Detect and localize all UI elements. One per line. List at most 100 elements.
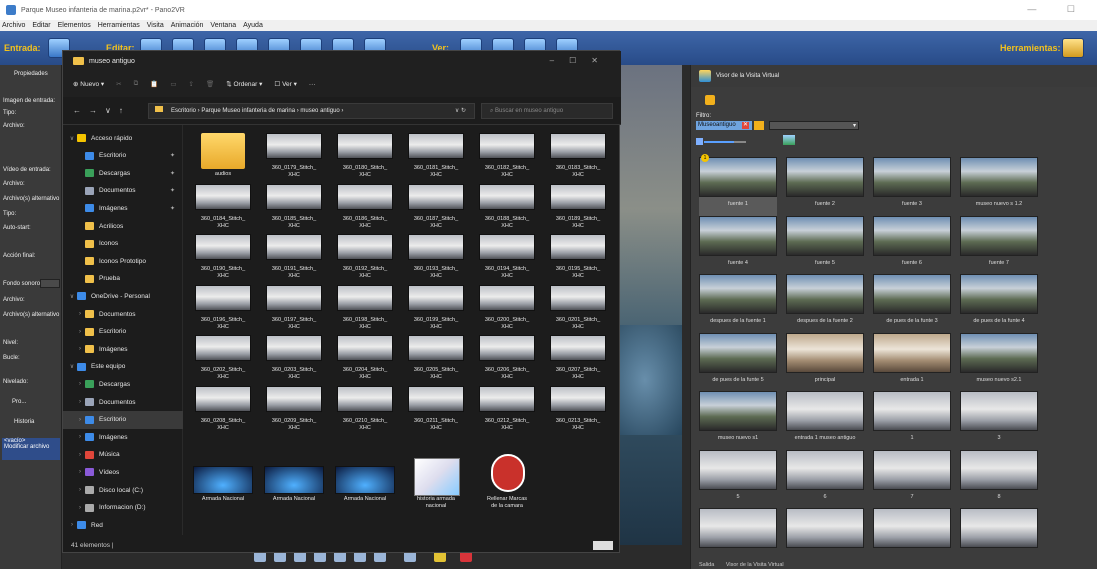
nav-item[interactable]: Imágenes ✦ — [63, 199, 183, 217]
tour-node[interactable]: entrada 1 — [873, 332, 951, 395]
tour-node[interactable]: 6 — [786, 449, 864, 512]
pin-icon[interactable]: ✦ — [170, 187, 175, 194]
nav-item[interactable]: › Imágenes — [63, 428, 183, 446]
file-item[interactable]: Armada Nacional — [260, 450, 328, 522]
tour-node[interactable]: 3 — [960, 391, 1038, 453]
tour-node[interactable]: despues de la fuente 2 — [786, 274, 864, 336]
menu-visita[interactable]: Visita — [147, 22, 164, 29]
chevron-icon[interactable]: ∨ — [67, 363, 77, 370]
tour-node[interactable] — [699, 508, 777, 569]
navigation-buttons[interactable]: ←→∨↑ — [73, 106, 131, 115]
address-bar[interactable]: Escritorio › Parque Museo infanteria de … — [148, 103, 475, 119]
nav-item[interactable]: Descargas ✦ — [63, 164, 183, 182]
background-sound-field[interactable] — [40, 279, 60, 288]
view-button[interactable]: ☐ Ver ▾ — [274, 80, 296, 88]
file-item[interactable]: 360_0210_Stitch_ XHC — [331, 372, 399, 444]
tour-node[interactable]: fuente 3 — [873, 157, 951, 219]
file-item[interactable]: 360_0213_Stitch_ XHC — [544, 372, 612, 444]
search-input[interactable]: ⌕ Buscar en museo antiguo — [481, 103, 613, 119]
nav-item[interactable]: Acrilicos — [63, 217, 183, 235]
tour-node[interactable]: de pues de la funte 4 — [960, 274, 1038, 336]
history-item[interactable]: Modificar archivo — [2, 444, 60, 450]
chevron-icon[interactable]: › — [75, 381, 85, 387]
tour-node[interactable]: fuente 1 1 — [699, 154, 777, 219]
tour-node[interactable]: fuente 4 — [699, 215, 777, 278]
nav-item[interactable]: Documentos ✦ — [63, 182, 183, 200]
thumbnail-size-slider[interactable] — [696, 138, 748, 146]
explorer-window-controls[interactable]: –☐✕ — [550, 56, 613, 65]
tour-node[interactable]: entrada 1 museo antiguo — [786, 391, 864, 453]
menu-animacion[interactable]: Animación — [171, 22, 204, 29]
menu-herramientas[interactable]: Herramientas — [98, 22, 140, 29]
view-toggle-icon[interactable] — [593, 541, 613, 550]
nav-item[interactable]: › Documentos — [63, 393, 183, 411]
menu-ventana[interactable]: Ventana — [210, 22, 236, 29]
file-item[interactable]: historia armada nacional — [402, 450, 470, 522]
tour-node[interactable]: 1 — [873, 391, 951, 453]
nav-item[interactable]: ∨ Este equipo — [63, 358, 183, 376]
tour-node[interactable]: fuente 2 — [786, 157, 864, 219]
filter-dropdown[interactable]: ▾ — [769, 121, 859, 130]
tour-node[interactable]: museo nuevo s2.1 — [960, 332, 1038, 395]
file-item[interactable]: 360_0209_Stitch_ XHC — [260, 372, 328, 444]
nav-item[interactable]: Iconos Prototipo — [63, 252, 183, 270]
nav-item[interactable]: Iconos — [63, 235, 183, 253]
chevron-icon[interactable]: › — [75, 434, 85, 440]
pin-icon[interactable]: ✦ — [170, 170, 175, 177]
nav-item[interactable]: Prueba — [63, 270, 183, 288]
window-controls[interactable]: — ☐ — [1027, 4, 1089, 15]
pin-icon[interactable]: ✦ — [170, 205, 175, 212]
chevron-icon[interactable]: › — [75, 417, 85, 423]
nav-item[interactable]: › Red — [63, 516, 183, 534]
tour-node[interactable]: despues de la fuente 1 — [699, 274, 777, 336]
chevron-icon[interactable]: › — [75, 452, 85, 458]
tour-node[interactable]: 8 — [960, 449, 1038, 512]
menu-archivo[interactable]: Archivo — [2, 22, 25, 29]
more-button[interactable]: ··· — [309, 81, 316, 88]
chevron-icon[interactable]: › — [75, 505, 85, 511]
chevron-icon[interactable]: › — [75, 346, 85, 352]
nav-item[interactable]: › Documentos — [63, 305, 183, 323]
edit-filter-icon[interactable] — [754, 121, 764, 130]
nav-item[interactable]: › Música — [63, 446, 183, 464]
nav-item[interactable]: ∨ OneDrive - Personal — [63, 287, 183, 305]
pro-tab[interactable]: Pro... — [12, 399, 26, 405]
nav-item[interactable]: ∨ Acceso rápido — [63, 129, 183, 147]
tour-node[interactable] — [873, 508, 951, 569]
tour-node[interactable]: 7 — [873, 449, 951, 512]
chevron-icon[interactable]: › — [75, 399, 85, 405]
new-button[interactable]: ⊕ Nuevo ▾ — [73, 80, 104, 88]
history-list[interactable]: <vacío> Modificar archivo — [2, 438, 60, 460]
properties-tab[interactable]: Propiedades — [14, 71, 48, 77]
chevron-icon[interactable]: › — [75, 329, 85, 335]
file-item[interactable]: Rellenar Marcas de la camara — [473, 450, 541, 522]
chevron-icon[interactable]: › — [75, 311, 85, 317]
tour-node[interactable]: 5 — [699, 449, 777, 512]
nav-item[interactable]: › Imágenes — [63, 340, 183, 358]
chevron-icon[interactable]: › — [75, 469, 85, 475]
tour-node[interactable]: fuente 5 — [786, 215, 864, 278]
chevron-icon[interactable]: › — [75, 487, 85, 493]
chevron-icon[interactable]: ∨ — [67, 293, 77, 300]
tour-node[interactable] — [786, 508, 864, 569]
chevron-icon[interactable]: › — [67, 522, 77, 528]
tour-node[interactable]: museo nuevo s 1.2 — [960, 157, 1038, 219]
file-item[interactable]: 360_0208_Stitch_ XHC — [189, 372, 257, 444]
tour-node[interactable]: fuente 6 — [873, 215, 951, 278]
file-item[interactable]: 360_0212_Stitch_ XHC — [473, 372, 541, 444]
tools-icon[interactable] — [1062, 38, 1084, 58]
person-icon[interactable] — [705, 95, 715, 105]
file-item[interactable]: 360_0211_Stitch_ XHC — [402, 372, 470, 444]
nav-item[interactable]: › Escritorio — [63, 323, 183, 341]
menu-elementos[interactable]: Elementos — [58, 22, 91, 29]
pin-icon[interactable]: ✦ — [170, 152, 175, 159]
menu-editar[interactable]: Editar — [32, 22, 50, 29]
file-item[interactable]: Armada Nacional — [189, 450, 257, 522]
panorama-viewer[interactable] — [620, 65, 682, 545]
tour-node[interactable]: de pues de la funte 5 — [699, 332, 777, 395]
output-tab[interactable]: Salida — [699, 562, 714, 568]
menu-ayuda[interactable]: Ayuda — [243, 22, 263, 29]
tour-browser-tab[interactable]: Visor de la Visita Virtual — [726, 562, 784, 568]
file-item[interactable]: Armada Nacional — [331, 450, 399, 522]
nav-item[interactable]: › Disco local (C:) — [63, 481, 183, 499]
